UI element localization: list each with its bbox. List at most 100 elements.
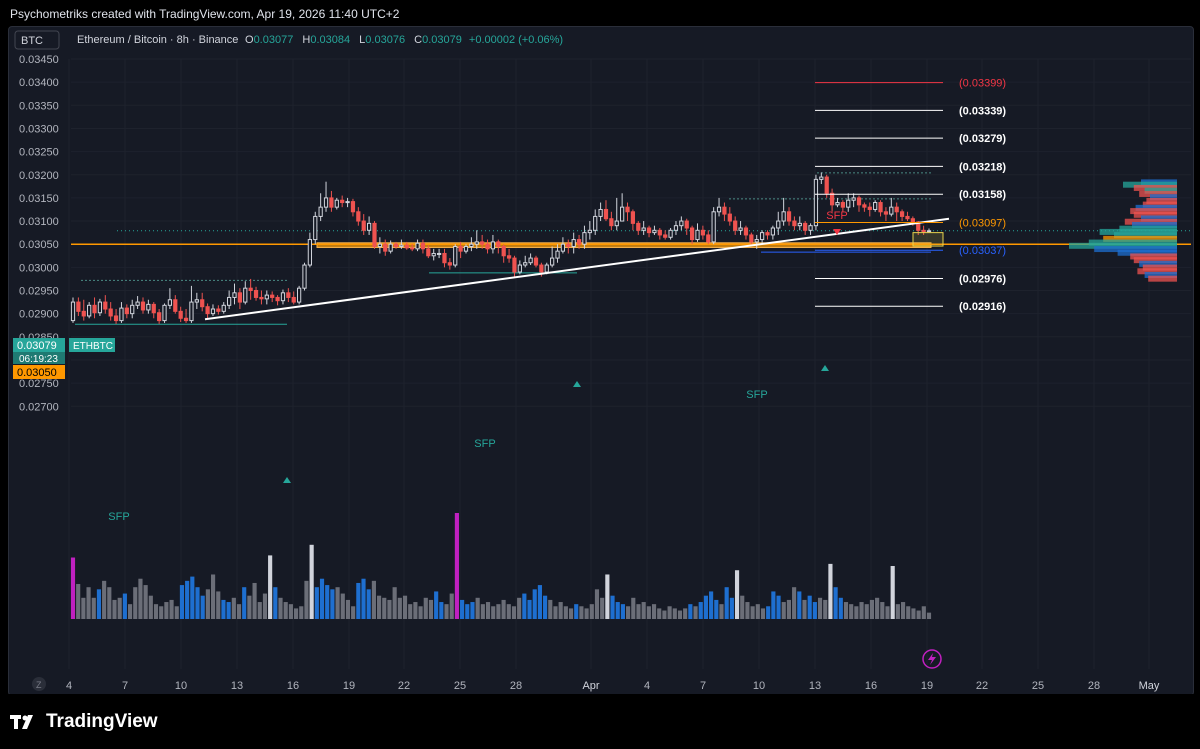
price-chart[interactable]: 0.03450 0.03400 0.03350 0.03300 0.03250 0.032… (9, 27, 1193, 695)
volume-bar (397, 597, 402, 619)
y-tick-label: 0.02750 (19, 378, 59, 390)
x-tick-label: 19 (343, 680, 355, 692)
triangle-up-marker (283, 477, 291, 483)
candle-up (776, 220, 781, 229)
symbol-badge-label: ETHBTC (73, 341, 113, 352)
candle-down (480, 241, 485, 245)
chart-frame[interactable]: 0.03450 0.03400 0.03350 0.03300 0.03250 0.032… (8, 26, 1194, 696)
candle-down (485, 243, 490, 250)
sfp-label: SFP (746, 389, 767, 401)
tradingview-logo[interactable]: TradingView (10, 711, 158, 733)
volume-bar (314, 587, 319, 619)
candle-up (819, 176, 824, 180)
volume-bar (148, 595, 153, 619)
candle-down (173, 299, 178, 312)
fib-level-label: (0.03339) (959, 105, 1006, 117)
volume-bar (797, 591, 802, 619)
candle-down (840, 202, 845, 208)
candle-down (103, 301, 108, 310)
candle-down (286, 292, 291, 298)
x-tick-label: May (1139, 680, 1160, 692)
candle-up (490, 241, 496, 250)
volume-bar (511, 606, 517, 619)
x-tick-label: 13 (231, 680, 243, 692)
volume-bar (890, 566, 895, 619)
candle-down (749, 234, 754, 243)
candle-up (846, 199, 851, 208)
candle-down (862, 204, 867, 208)
y-tick-label: 0.02700 (19, 401, 59, 413)
candle-up (264, 294, 269, 300)
candle-up (130, 304, 135, 315)
grid-lines (68, 58, 1191, 669)
candle-up (668, 229, 673, 238)
volume-bar (605, 574, 610, 619)
candle-down (765, 232, 770, 236)
volume-bar (859, 602, 864, 619)
volume-bar (117, 597, 122, 619)
volume-bar (631, 597, 636, 619)
fib-level-label: (0.03279) (959, 133, 1006, 145)
volume-bar (807, 595, 812, 619)
volume-bar (236, 604, 242, 619)
volume-bar (895, 604, 900, 619)
candle-up (523, 262, 528, 266)
volume-bar (553, 606, 558, 619)
volume-bar (677, 610, 683, 619)
volume-bar (392, 587, 397, 619)
x-tick-label: 22 (976, 680, 988, 692)
volume-bar (724, 587, 729, 619)
volume-bar (776, 595, 781, 619)
candle-down (727, 213, 732, 222)
fib-levels[interactable]: (0.03399) (0.03339) (0.03279) (0.03218) (0.0… (815, 78, 1006, 314)
volume-bar (475, 597, 480, 619)
fib-level-label: (0.03097) (959, 217, 1006, 229)
candle-down (81, 310, 86, 317)
volume-bar (138, 578, 143, 619)
candle-up (280, 292, 286, 302)
volume-bar (646, 606, 651, 619)
candle-down (506, 255, 512, 259)
volume-bar (537, 585, 542, 619)
candle-down (576, 239, 582, 245)
x-tick-label: 16 (865, 680, 877, 692)
volume-bar (506, 604, 511, 619)
y-tick-label: 0.03200 (19, 170, 59, 182)
candlesticks (70, 172, 932, 324)
candle-up (808, 225, 813, 231)
candle-up (167, 299, 173, 306)
volume-bar (869, 599, 875, 619)
volume-bar (875, 597, 880, 619)
x-tick-label: 7 (122, 680, 128, 692)
volume-bar (159, 606, 164, 619)
volume-bar (651, 604, 657, 619)
volume-bar (485, 602, 491, 619)
candle-up (544, 264, 549, 273)
annotations: SFP SFP SFP SFP (108, 210, 847, 523)
candle-up (926, 230, 932, 233)
candle-down (609, 218, 614, 227)
volume-bar (579, 606, 584, 619)
volume-bar (164, 602, 169, 619)
candle-down (706, 234, 711, 243)
volume-bar (906, 606, 911, 619)
volume-bar (900, 602, 906, 619)
candle-up (415, 242, 420, 250)
candle-down (178, 310, 183, 319)
volume-bar (615, 602, 620, 619)
candle-up (614, 220, 619, 227)
volume-bar (268, 555, 273, 619)
volume-bar (335, 587, 340, 619)
candle-up (70, 301, 76, 322)
fib-level-label: (0.02916) (959, 301, 1006, 313)
volume-bar (838, 597, 843, 619)
y-tick-label: 0.02900 (19, 309, 59, 321)
volume-bar (242, 587, 247, 619)
volume-bar (501, 599, 506, 619)
volume-bar (703, 595, 708, 619)
lightning-icon[interactable] (922, 649, 942, 669)
volume-bar (916, 610, 921, 619)
candle-up (87, 304, 92, 317)
fib-level-label: (0.03218) (959, 161, 1006, 173)
candle-down (442, 252, 447, 264)
